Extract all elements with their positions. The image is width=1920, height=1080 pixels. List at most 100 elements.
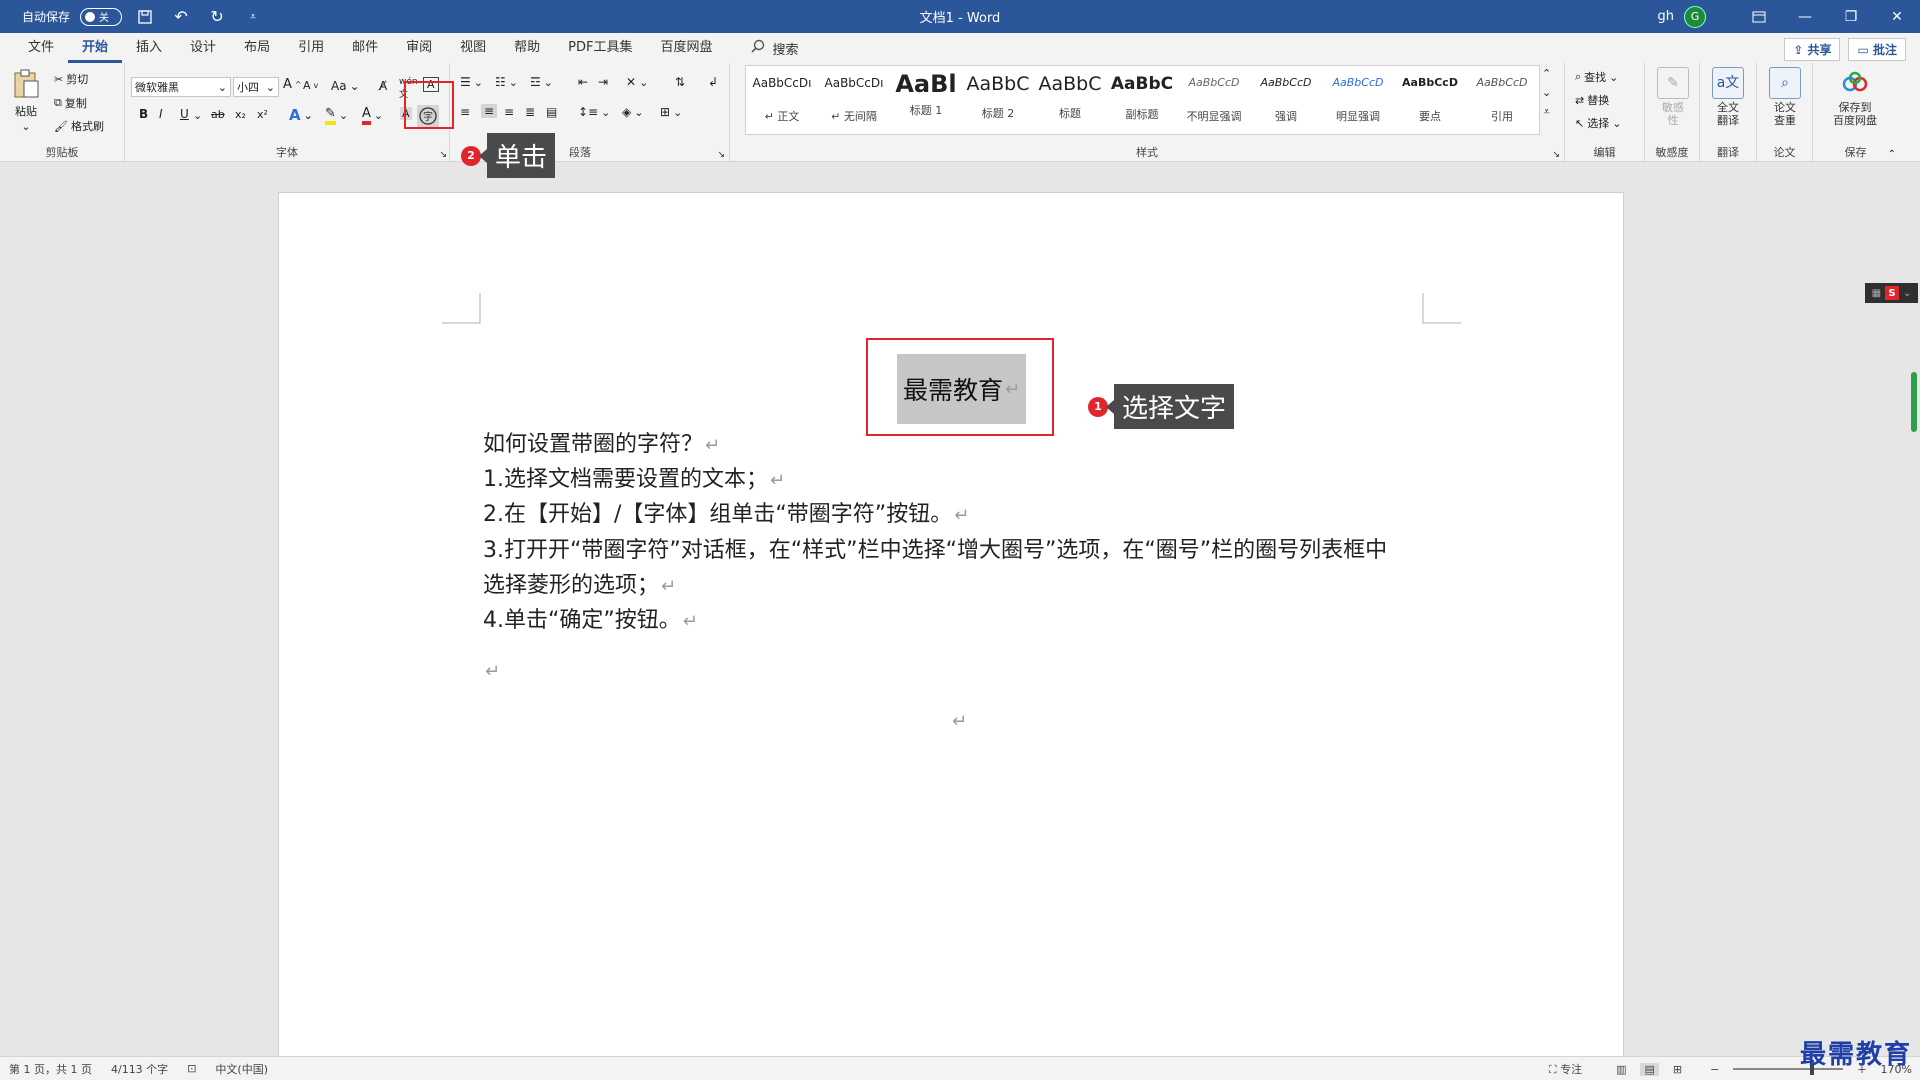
- doc-paragraph[interactable]: 3.打开开“带圈字符”对话框，在“样式”栏中选择“增大圈号”选项，在“圈号”栏的…: [483, 532, 1387, 564]
- tab-design[interactable]: 设计: [176, 33, 230, 63]
- dialog-launcher-icon[interactable]: ↘: [717, 150, 725, 160]
- dialog-launcher-icon[interactable]: ↘: [1552, 150, 1560, 160]
- style-strong[interactable]: AaBbCcD 要点: [1394, 66, 1466, 134]
- underline-button[interactable]: U: [180, 107, 189, 121]
- grow-font-button[interactable]: A ^: [283, 77, 302, 92]
- read-mode-icon[interactable]: ▥: [1616, 1063, 1626, 1076]
- tab-mailings[interactable]: 邮件: [338, 33, 392, 63]
- paste-button[interactable]: 粘贴 ⌄: [12, 69, 40, 133]
- ribbon-display-icon[interactable]: [1736, 0, 1782, 33]
- autosave-toggle[interactable]: 关: [80, 7, 123, 26]
- style-subtle-emphasis[interactable]: AaBbCcD 不明显强调: [1178, 66, 1250, 134]
- style-heading-1[interactable]: AaBl 标题 1: [890, 66, 962, 134]
- subscript-button[interactable]: x₂: [235, 108, 246, 121]
- focus-button[interactable]: ⛶ 专注: [1549, 1061, 1582, 1077]
- undo-icon[interactable]: ↶: [168, 6, 194, 28]
- font-color-button[interactable]: A ⌄: [362, 106, 383, 125]
- avatar[interactable]: G: [1684, 5, 1706, 28]
- shading-icon[interactable]: ◈ ⌄: [622, 105, 643, 119]
- tab-references[interactable]: 引用: [284, 33, 338, 63]
- tab-baidu-netdisk[interactable]: 百度网盘: [646, 33, 726, 63]
- zoom-out-icon[interactable]: −: [1710, 1063, 1719, 1076]
- distributed-icon[interactable]: ▤: [546, 105, 557, 119]
- multilevel-list-icon[interactable]: ☲ ⌄: [530, 75, 553, 89]
- word-count[interactable]: 4/113 个字: [111, 1061, 168, 1077]
- italic-button[interactable]: I: [159, 107, 163, 121]
- full-translate-button[interactable]: a文 全文 翻译: [1706, 67, 1750, 127]
- chevron-down-icon[interactable]: ⌄: [193, 109, 202, 122]
- sensitivity-button[interactable]: ✎ 敏感 性: [1651, 67, 1695, 127]
- align-right-icon[interactable]: ≡: [504, 105, 514, 119]
- highlight-button[interactable]: ✎ ⌄: [325, 106, 348, 125]
- empty-paragraph[interactable]: ↵: [483, 658, 500, 683]
- paper-check-button[interactable]: ⌕ 论文 查重: [1763, 67, 1807, 127]
- bullets-icon[interactable]: ☰ ⌄: [460, 75, 483, 89]
- empty-paragraph[interactable]: ↵: [950, 708, 967, 733]
- print-layout-icon[interactable]: ▤: [1640, 1062, 1659, 1076]
- close-icon[interactable]: ✕: [1874, 0, 1920, 33]
- doc-paragraph[interactable]: 4.单击“确定”按钮。 ↵: [483, 602, 698, 634]
- align-center-icon[interactable]: ≡: [481, 104, 498, 118]
- style-subtitle[interactable]: AaBbC 副标题: [1106, 66, 1178, 134]
- sort-icon[interactable]: ⇅: [675, 75, 685, 89]
- style-normal[interactable]: AaBbCcDı ↵ 正文: [746, 66, 818, 134]
- line-spacing-icon[interactable]: ↕≡ ⌄: [578, 105, 610, 119]
- cut-button[interactable]: ✂ 剪切: [54, 71, 88, 87]
- show-marks-icon[interactable]: ↲: [708, 75, 718, 89]
- tab-review[interactable]: 审阅: [392, 33, 446, 63]
- style-quote[interactable]: AaBbCcD 引用: [1466, 66, 1538, 134]
- font-name-dropdown[interactable]: 微软雅黑 ⌄: [131, 77, 231, 97]
- change-case-button[interactable]: Aa ⌄: [331, 79, 360, 93]
- borders-icon[interactable]: ⊞ ⌄: [660, 105, 682, 119]
- tab-file[interactable]: 文件: [14, 33, 68, 63]
- find-button[interactable]: ⌕ 查找 ⌄: [1575, 69, 1618, 85]
- tab-layout[interactable]: 布局: [230, 33, 284, 63]
- bold-button[interactable]: B: [139, 107, 148, 121]
- doc-paragraph[interactable]: 2.在【开始】/【字体】组单击“带圈字符”按钮。 ↵: [483, 496, 969, 528]
- share-button[interactable]: ⇪ 共享: [1784, 38, 1841, 61]
- scrollbar-thumb[interactable]: [1911, 372, 1917, 432]
- tab-pdf-tools[interactable]: PDF工具集: [554, 33, 646, 63]
- select-button[interactable]: ↖ 选择 ⌄: [1575, 115, 1621, 131]
- search-box[interactable]: 搜索: [750, 39, 799, 58]
- replace-button[interactable]: ⇄ 替换: [1575, 92, 1609, 108]
- style-intense-emphasis[interactable]: AaBbCcD 明显强调: [1322, 66, 1394, 134]
- customize-icon[interactable]: ⩡: [240, 6, 266, 28]
- text-effects-button[interactable]: A ⌄: [289, 106, 313, 124]
- page[interactable]: [278, 192, 1624, 1072]
- numbering-icon[interactable]: ☷ ⌄: [495, 75, 518, 89]
- tab-insert[interactable]: 插入: [122, 33, 176, 63]
- superscript-button[interactable]: x²: [257, 108, 268, 121]
- format-painter-button[interactable]: 🖌 格式刷: [54, 118, 104, 134]
- strikethrough-button[interactable]: ab: [211, 108, 225, 121]
- font-size-dropdown[interactable]: 小四 ⌄: [233, 77, 279, 97]
- style-emphasis[interactable]: AaBbCcD 强调: [1250, 66, 1322, 134]
- chinese-layout-icon[interactable]: ✕ ⌄: [626, 75, 648, 89]
- tab-home[interactable]: 开始: [68, 33, 123, 63]
- align-left-icon[interactable]: ≡: [460, 105, 470, 119]
- restore-icon[interactable]: ❐: [1828, 0, 1874, 33]
- language-indicator[interactable]: 中文(中国): [215, 1061, 268, 1077]
- dialog-launcher-icon[interactable]: ↘: [439, 150, 447, 160]
- copy-button[interactable]: ⧉ 复制: [54, 95, 87, 111]
- proofing-icon[interactable]: ⊡: [187, 1062, 196, 1075]
- clear-format-icon[interactable]: A̸: [379, 79, 387, 93]
- doc-paragraph[interactable]: 如何设置带圈的字符？ ↵: [483, 426, 720, 458]
- document-heading[interactable]: 最需教育 ↵: [897, 354, 1027, 424]
- style-no-spacing[interactable]: AaBbCcDı ↵ 无间隔: [818, 66, 890, 134]
- save-icon[interactable]: [132, 6, 158, 28]
- style-title[interactable]: AaBbC 标题: [1034, 66, 1106, 134]
- web-layout-icon[interactable]: ⊞: [1673, 1063, 1682, 1076]
- increase-indent-icon[interactable]: ⇥: [598, 75, 608, 89]
- minimize-icon[interactable]: —: [1782, 0, 1828, 33]
- comments-button[interactable]: ▭ 批注: [1848, 38, 1906, 61]
- ime-toolbar[interactable]: ▦ S ⌄: [1865, 283, 1918, 303]
- redo-icon[interactable]: ↻: [204, 6, 230, 28]
- style-heading-2[interactable]: AaBbC 标题 2: [962, 66, 1034, 134]
- decrease-indent-icon[interactable]: ⇤: [578, 75, 588, 89]
- doc-paragraph-continued[interactable]: 选择菱形的选项； ↵: [483, 567, 676, 599]
- shrink-font-button[interactable]: Av: [303, 79, 318, 92]
- justify-icon[interactable]: ≣: [525, 105, 535, 119]
- save-to-baidu-button[interactable]: 保存到 百度网盘: [1821, 67, 1889, 127]
- collapse-ribbon-icon[interactable]: ⌃: [1888, 149, 1896, 160]
